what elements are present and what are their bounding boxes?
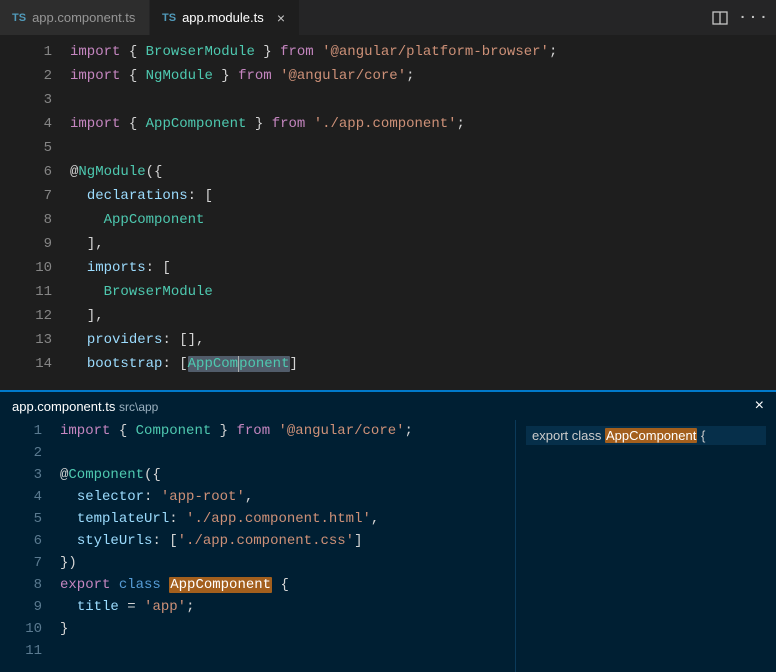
peek-reference-item[interactable]: export class AppComponent {	[526, 426, 766, 445]
ts-icon: TS	[162, 12, 176, 24]
tab-label: app.component.ts	[32, 10, 135, 25]
tab-label: app.module.ts	[182, 10, 264, 25]
tab-app-component[interactable]: TS app.component.ts	[0, 0, 150, 35]
peek-editor[interactable]: 123 456 789 1011 import { Component } fr…	[0, 420, 516, 672]
tab-app-module[interactable]: TS app.module.ts ×	[150, 0, 300, 35]
more-actions-icon[interactable]: ···	[744, 8, 764, 28]
peek-gutter: 123 456 789 1011	[0, 420, 60, 672]
editor-main[interactable]: 123 456 789 101112 1314 import { Browser…	[0, 36, 776, 390]
peek-path: src\app	[119, 400, 158, 414]
peek-title: app.component.ts	[12, 399, 115, 414]
tab-actions: ···	[710, 0, 776, 35]
close-icon[interactable]: ×	[755, 397, 764, 415]
split-editor-icon[interactable]	[710, 8, 730, 28]
close-icon[interactable]: ×	[275, 10, 287, 26]
code-body[interactable]: import { BrowserModule } from '@angular/…	[70, 36, 776, 390]
ts-icon: TS	[12, 12, 26, 24]
peek-view: app.component.ts src\app × 123 456 789 1…	[0, 390, 776, 672]
peek-header: app.component.ts src\app ×	[0, 392, 776, 420]
line-gutter: 123 456 789 101112 1314	[0, 36, 70, 390]
peek-code-body[interactable]: import { Component } from '@angular/core…	[60, 420, 515, 672]
tab-bar: TS app.component.ts TS app.module.ts × ·…	[0, 0, 776, 36]
peek-references-list[interactable]: export class AppComponent {	[516, 420, 776, 672]
